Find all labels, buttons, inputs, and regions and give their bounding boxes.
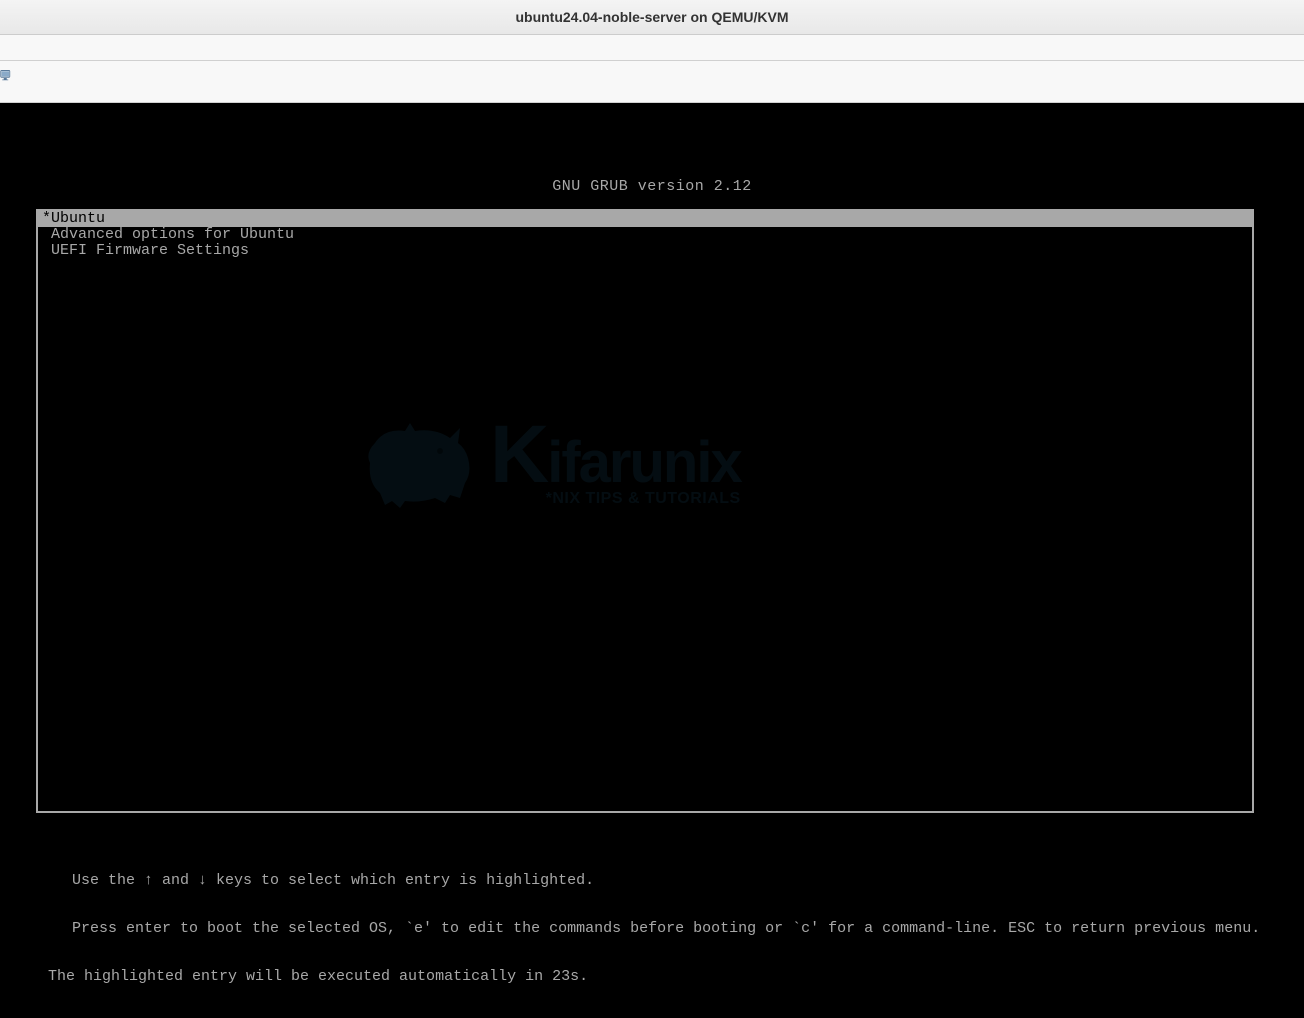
vm-console[interactable]: GNU GRUB version 2.12 *Ubuntu Advanced o… — [0, 103, 1304, 941]
watermark-text: Kifarunix *NIX TIPS & TUTORIALS — [490, 418, 741, 508]
window-titlebar: ubuntu24.04-noble-server on QEMU/KVM — [0, 0, 1304, 35]
grub-menu-item-ubuntu[interactable]: *Ubuntu — [38, 211, 1252, 227]
grub-version-header: GNU GRUB version 2.12 — [0, 178, 1304, 195]
grub-help-line-3: The highlighted entry will be executed a… — [48, 969, 1264, 985]
toolbar — [0, 61, 1304, 103]
window-title: ubuntu24.04-noble-server on QEMU/KVM — [515, 9, 788, 25]
watermark-subtitle: *NIX TIPS & TUTORIALS — [490, 490, 741, 508]
grub-help-line-2: Press enter to boot the selected OS, `e'… — [48, 921, 1264, 937]
grub-help-line-1: Use the ↑ and ↓ keys to select which ent… — [48, 873, 1264, 889]
menubar — [0, 35, 1304, 61]
watermark-logo: Kifarunix *NIX TIPS & TUTORIALS — [360, 403, 926, 523]
grub-menu-item-uefi[interactable]: UEFI Firmware Settings — [38, 243, 1252, 259]
monitor-icon[interactable] — [0, 69, 12, 85]
grub-help-text: Use the ↑ and ↓ keys to select which ent… — [48, 841, 1264, 1017]
watermark-title: Kifarunix — [490, 418, 741, 492]
rhino-icon — [360, 413, 480, 513]
grub-menu-item-advanced[interactable]: Advanced options for Ubuntu — [38, 227, 1252, 243]
